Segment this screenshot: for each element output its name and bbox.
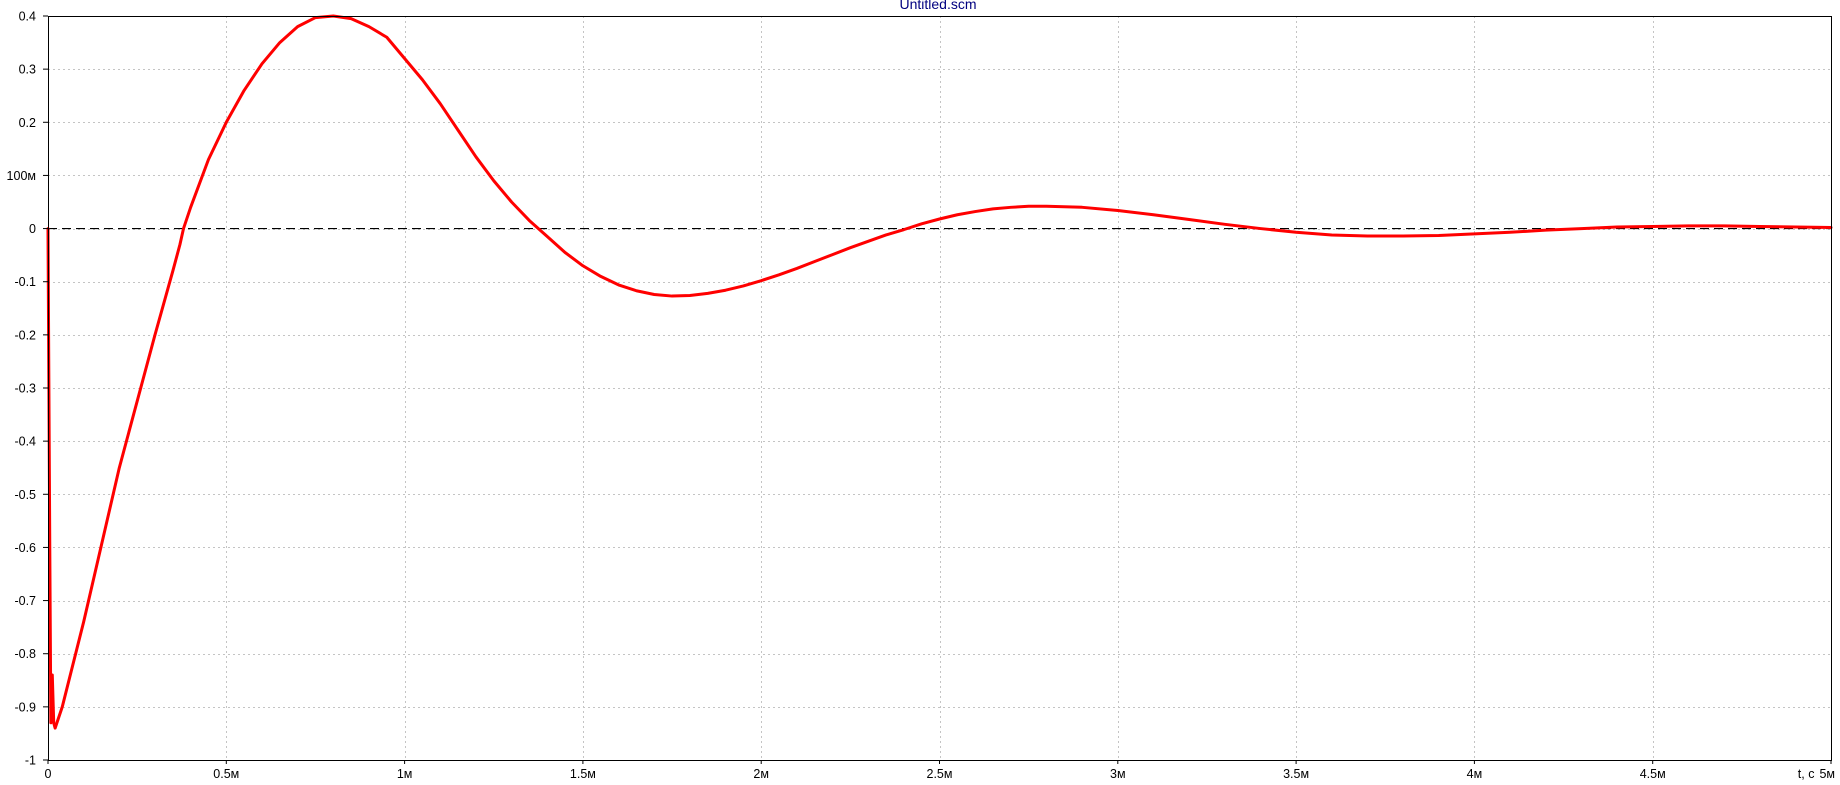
y-tick-label-4: 0 [29,222,36,236]
y-tick-label-7: -0.3 [14,382,36,396]
x-tick-label-1: 0.5м [213,767,239,781]
y-tick-label-2: 0.2 [19,116,36,130]
x-tick-label-8: 4м [1467,767,1483,781]
x-tick-label-7: 3.5м [1283,767,1309,781]
chart-title: Untitled.scm [899,0,976,12]
y-tick-label-0: 0.4 [19,10,36,24]
y-tick-label-10: -0.6 [14,541,36,555]
y-tick-label-5: -0.1 [14,275,36,289]
x-tick-label-6: 3м [1110,767,1126,781]
x-tick-label-4: 2м [753,767,769,781]
y-tick-label-1: 0.3 [19,63,36,77]
y-tick-label-11: -0.7 [14,594,36,608]
x-tick-label-value: 5м [1819,767,1835,781]
y-tick-label-14: -1 [25,754,36,768]
x-tick-label-9: 4.5м [1640,767,1666,781]
y-tick-label-8: -0.4 [14,435,36,449]
oscillogram-chart: Untitled.scm 0.4 0.3 0.2 100м 0 -0.1 -0.2 -0.3 -… [0,0,1840,785]
chart-background [0,0,1840,785]
y-tick-label-13: -0.9 [14,700,36,714]
x-tick-label-5: 2.5м [927,767,953,781]
y-tick-label-3: 100м [7,169,36,183]
x-tick-label-3: 1.5м [570,767,596,781]
x-tick-label-2: 1м [397,767,413,781]
y-tick-label-6: -0.2 [14,328,36,342]
x-axis-label: t, c [1798,767,1815,781]
y-tick-label-12: -0.8 [14,647,36,661]
x-tick-label-0: 0 [45,767,52,781]
y-tick-label-9: -0.5 [14,488,36,502]
